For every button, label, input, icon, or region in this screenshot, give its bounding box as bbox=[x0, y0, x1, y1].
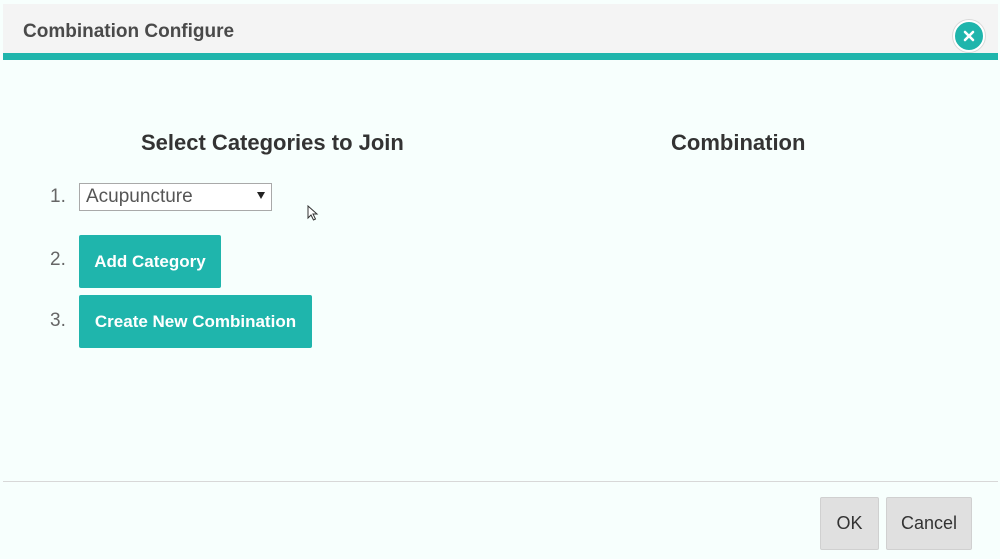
mouse-cursor-icon bbox=[307, 205, 319, 221]
close-button[interactable] bbox=[953, 20, 985, 52]
ok-button[interactable]: OK bbox=[820, 497, 879, 550]
combination-heading: Combination bbox=[671, 130, 806, 155]
step-number-1: 1. bbox=[50, 186, 66, 207]
create-new-combination-button[interactable]: Create New Combination bbox=[79, 295, 312, 348]
dialog-header: Combination Configure bbox=[3, 4, 998, 60]
footer-divider bbox=[3, 481, 998, 482]
step-number-3: 3. bbox=[50, 310, 66, 331]
dropdown-arrow-icon bbox=[257, 192, 265, 199]
category-select-value: Acupuncture bbox=[86, 186, 193, 207]
close-icon bbox=[963, 30, 975, 42]
category-select[interactable]: Acupuncture bbox=[79, 183, 272, 211]
dialog-title: Combination Configure bbox=[23, 21, 235, 42]
cancel-button[interactable]: Cancel bbox=[886, 497, 972, 550]
select-categories-heading: Select Categories to Join bbox=[141, 130, 404, 155]
add-category-button[interactable]: Add Category bbox=[79, 235, 221, 288]
step-number-2: 2. bbox=[50, 249, 66, 270]
combination-configure-dialog: Combination Configure Select Categories … bbox=[0, 0, 1000, 559]
